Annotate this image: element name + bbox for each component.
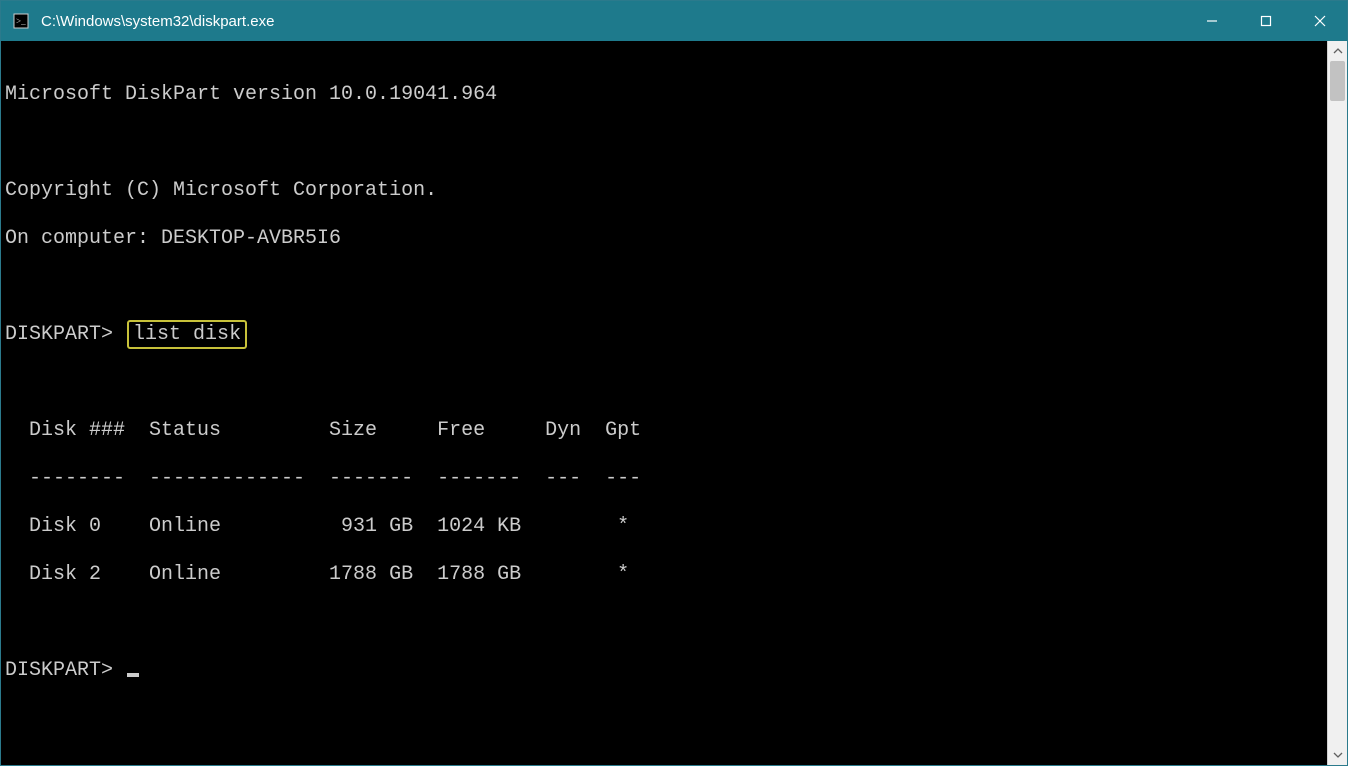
copyright-line: Copyright (C) Microsoft Corporation. [5, 179, 1327, 203]
version-line: Microsoft DiskPart version 10.0.19041.96… [5, 83, 1327, 107]
table-header: Disk ### Status Size Free Dyn Gpt [5, 419, 1327, 443]
scroll-up-button[interactable] [1328, 41, 1347, 61]
scrollbar-thumb[interactable] [1330, 61, 1345, 101]
table-divider: -------- ------------- ------- ------- -… [5, 467, 1327, 491]
window-body: Microsoft DiskPart version 10.0.19041.96… [1, 41, 1347, 765]
svg-text:>_: >_ [16, 16, 26, 26]
app-icon: >_ [11, 11, 31, 31]
close-button[interactable] [1293, 1, 1347, 41]
table-row: Disk 2 Online 1788 GB 1788 GB * [5, 563, 1327, 587]
prompt-line-1: DISKPART> list disk [5, 323, 1327, 347]
window-title: C:\Windows\system32\diskpart.exe [41, 13, 274, 30]
highlighted-command: list disk [127, 320, 247, 349]
prompt-line-2: DISKPART> [5, 659, 1327, 683]
computer-line: On computer: DESKTOP-AVBR5I6 [5, 227, 1327, 251]
blank-line [5, 371, 1327, 395]
cursor-icon [127, 673, 139, 677]
maximize-button[interactable] [1239, 1, 1293, 41]
titlebar[interactable]: >_ C:\Windows\system32\diskpart.exe [1, 1, 1347, 41]
table-row: Disk 0 Online 931 GB 1024 KB * [5, 515, 1327, 539]
prompt-prefix: DISKPART> [5, 323, 113, 346]
minimize-button[interactable] [1185, 1, 1239, 41]
terminal-output[interactable]: Microsoft DiskPart version 10.0.19041.96… [1, 41, 1327, 765]
vertical-scrollbar[interactable] [1327, 41, 1347, 765]
console-window: >_ C:\Windows\system32\diskpart.exe Micr… [0, 0, 1348, 766]
scroll-down-button[interactable] [1328, 745, 1347, 765]
blank-line [5, 611, 1327, 635]
blank-line [5, 131, 1327, 155]
blank-line [5, 275, 1327, 299]
scrollbar-track[interactable] [1328, 61, 1347, 745]
prompt-prefix: DISKPART> [5, 659, 125, 682]
